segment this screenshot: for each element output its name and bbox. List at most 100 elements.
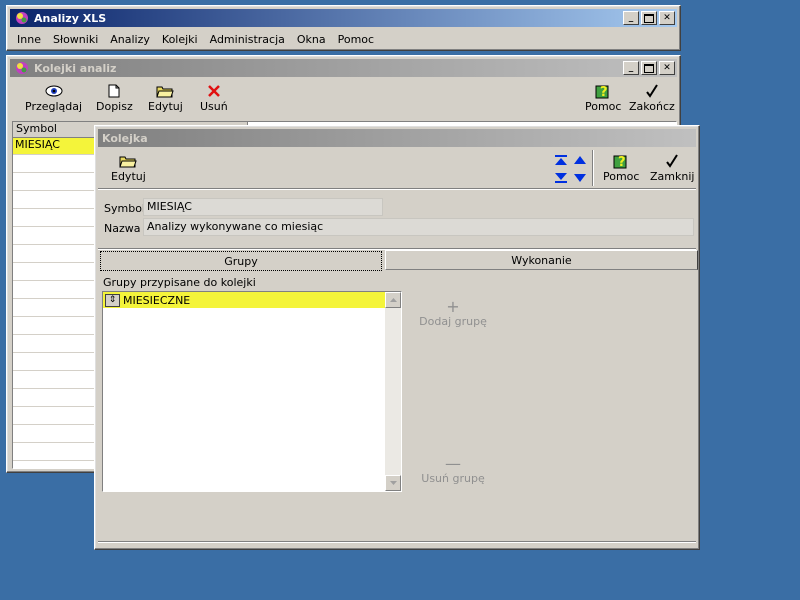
table-row bbox=[13, 281, 97, 299]
close-button[interactable]: ✕ bbox=[659, 11, 675, 25]
menu-slowniki[interactable]: Słowniki bbox=[47, 30, 104, 49]
groups-list[interactable]: ⇕ MIESIECZNE bbox=[102, 291, 402, 492]
scroll-up-button[interactable] bbox=[385, 292, 401, 308]
toolbar-divider bbox=[98, 188, 696, 190]
browse-button[interactable]: Przeglądaj bbox=[25, 82, 82, 113]
nav-prev-button[interactable] bbox=[573, 154, 587, 166]
add-label: Dopisz bbox=[96, 100, 133, 113]
table-row bbox=[13, 353, 97, 371]
list-scrollbar[interactable] bbox=[385, 292, 401, 491]
table-row bbox=[13, 173, 97, 191]
table-row bbox=[13, 389, 97, 407]
kolejki-titlebar[interactable]: Kolejki analiz _ ✕ bbox=[10, 59, 677, 77]
menu-okna[interactable]: Okna bbox=[291, 30, 332, 49]
add-group-button[interactable]: + Dodaj grupę bbox=[413, 297, 493, 329]
table-row bbox=[13, 425, 97, 443]
plus-icon: + bbox=[446, 297, 460, 316]
dialog-close-button[interactable]: Zamknij bbox=[650, 152, 694, 183]
app-icon bbox=[16, 12, 28, 24]
scroll-down-button[interactable] bbox=[385, 475, 401, 491]
delete-label: Usuń bbox=[200, 100, 228, 113]
dialog-help-label: Pomoc bbox=[603, 170, 640, 183]
dialog-edit-button[interactable]: Edytuj bbox=[111, 152, 146, 183]
nazwa-value: Analizy wykonywane co miesiąc bbox=[147, 220, 324, 233]
table-row bbox=[13, 209, 97, 227]
maximize-icon bbox=[644, 63, 654, 73]
remove-group-label: Usuń grupę bbox=[421, 472, 485, 485]
groups-label: Grupy przypisane do kolejki bbox=[103, 276, 256, 289]
table-row bbox=[13, 407, 97, 425]
tab-grupy-label: Grupy bbox=[224, 254, 258, 268]
main-title: Analizy XLS bbox=[34, 11, 107, 25]
edit-label: Edytuj bbox=[148, 100, 183, 113]
updown-icon: ⇕ bbox=[105, 293, 120, 307]
minimize-button[interactable]: _ bbox=[623, 61, 639, 75]
nazwa-label: Nazwa bbox=[104, 222, 141, 235]
add-group-label: Dodaj grupę bbox=[419, 315, 487, 328]
checkmark-icon bbox=[662, 152, 682, 170]
table-row bbox=[13, 461, 97, 468]
finish-button[interactable]: Zakończ bbox=[629, 82, 675, 113]
edit-button[interactable]: Edytuj bbox=[148, 82, 183, 113]
grid-cell-symbol: MIESIĄC bbox=[15, 138, 60, 151]
grid-empty-rows bbox=[13, 155, 97, 468]
close-button[interactable]: ✕ bbox=[659, 61, 675, 75]
menu-kolejki[interactable]: Kolejki bbox=[156, 30, 204, 49]
table-row bbox=[13, 263, 97, 281]
eye-icon bbox=[44, 82, 64, 100]
maximize-button[interactable] bbox=[641, 61, 657, 75]
minus-icon: — bbox=[445, 454, 461, 473]
kolejka-titlebar[interactable]: Kolejka bbox=[98, 129, 696, 147]
toolbar-separator bbox=[592, 150, 594, 186]
delete-button[interactable]: Usuń bbox=[200, 82, 228, 113]
kolejka-dialog: Kolejka Edytuj ? Pomoc Zamknij Symbol MI… bbox=[94, 125, 700, 550]
table-row bbox=[13, 317, 97, 335]
table-row bbox=[13, 443, 97, 461]
delete-x-icon bbox=[204, 82, 224, 100]
add-button[interactable]: Dopisz bbox=[96, 82, 133, 113]
kolejki-title: Kolejki analiz bbox=[34, 61, 117, 75]
remove-group-button[interactable]: — Usuń grupę bbox=[413, 454, 493, 486]
menu-analizy[interactable]: Analizy bbox=[104, 30, 156, 49]
table-row bbox=[13, 335, 97, 353]
nav-first-button[interactable] bbox=[554, 154, 568, 166]
help-label: Pomoc bbox=[585, 100, 622, 113]
symbol-label: Symbol bbox=[104, 202, 145, 215]
table-row bbox=[13, 227, 97, 245]
help-icon: ? bbox=[611, 152, 631, 170]
menu-inne[interactable]: Inne bbox=[11, 30, 47, 49]
list-item[interactable]: ⇕ MIESIECZNE bbox=[103, 292, 385, 308]
group-name: MIESIECZNE bbox=[123, 293, 191, 307]
finish-label: Zakończ bbox=[629, 100, 675, 113]
maximize-button[interactable] bbox=[641, 11, 657, 25]
symbol-field[interactable]: MIESIĄC bbox=[143, 198, 383, 216]
minimize-button[interactable]: _ bbox=[623, 11, 639, 25]
bottom-divider bbox=[98, 541, 696, 543]
help-icon: ? bbox=[593, 82, 613, 100]
maximize-icon bbox=[644, 13, 654, 23]
arrow-last-icon bbox=[555, 173, 567, 183]
svg-text:?: ? bbox=[618, 155, 626, 170]
tab-wykonanie[interactable]: Wykonanie bbox=[385, 250, 698, 270]
menu-pomoc[interactable]: Pomoc bbox=[332, 30, 380, 49]
help-button[interactable]: ? Pomoc bbox=[585, 82, 621, 113]
table-row bbox=[13, 245, 97, 263]
table-row bbox=[13, 191, 97, 209]
svg-text:?: ? bbox=[600, 85, 608, 100]
menu-administracja[interactable]: Administracja bbox=[204, 30, 291, 49]
close-icon: ✕ bbox=[663, 62, 671, 73]
new-document-icon bbox=[104, 82, 124, 100]
tab-grupy[interactable]: Grupy bbox=[100, 251, 382, 271]
checkmark-icon bbox=[642, 82, 662, 100]
nav-last-button[interactable] bbox=[554, 172, 568, 184]
app-icon bbox=[16, 62, 28, 74]
main-titlebar[interactable]: Analizy XLS _ ✕ bbox=[10, 9, 677, 27]
nazwa-field[interactable]: Analizy wykonywane co miesiąc bbox=[143, 218, 694, 236]
table-row bbox=[13, 371, 97, 389]
nav-next-button[interactable] bbox=[573, 172, 587, 184]
close-icon: ✕ bbox=[663, 12, 671, 23]
tab-wykonanie-label: Wykonanie bbox=[511, 253, 572, 267]
arrow-first-icon bbox=[555, 155, 567, 165]
kolejka-title: Kolejka bbox=[102, 131, 148, 145]
dialog-help-button[interactable]: ? Pomoc bbox=[603, 152, 639, 183]
